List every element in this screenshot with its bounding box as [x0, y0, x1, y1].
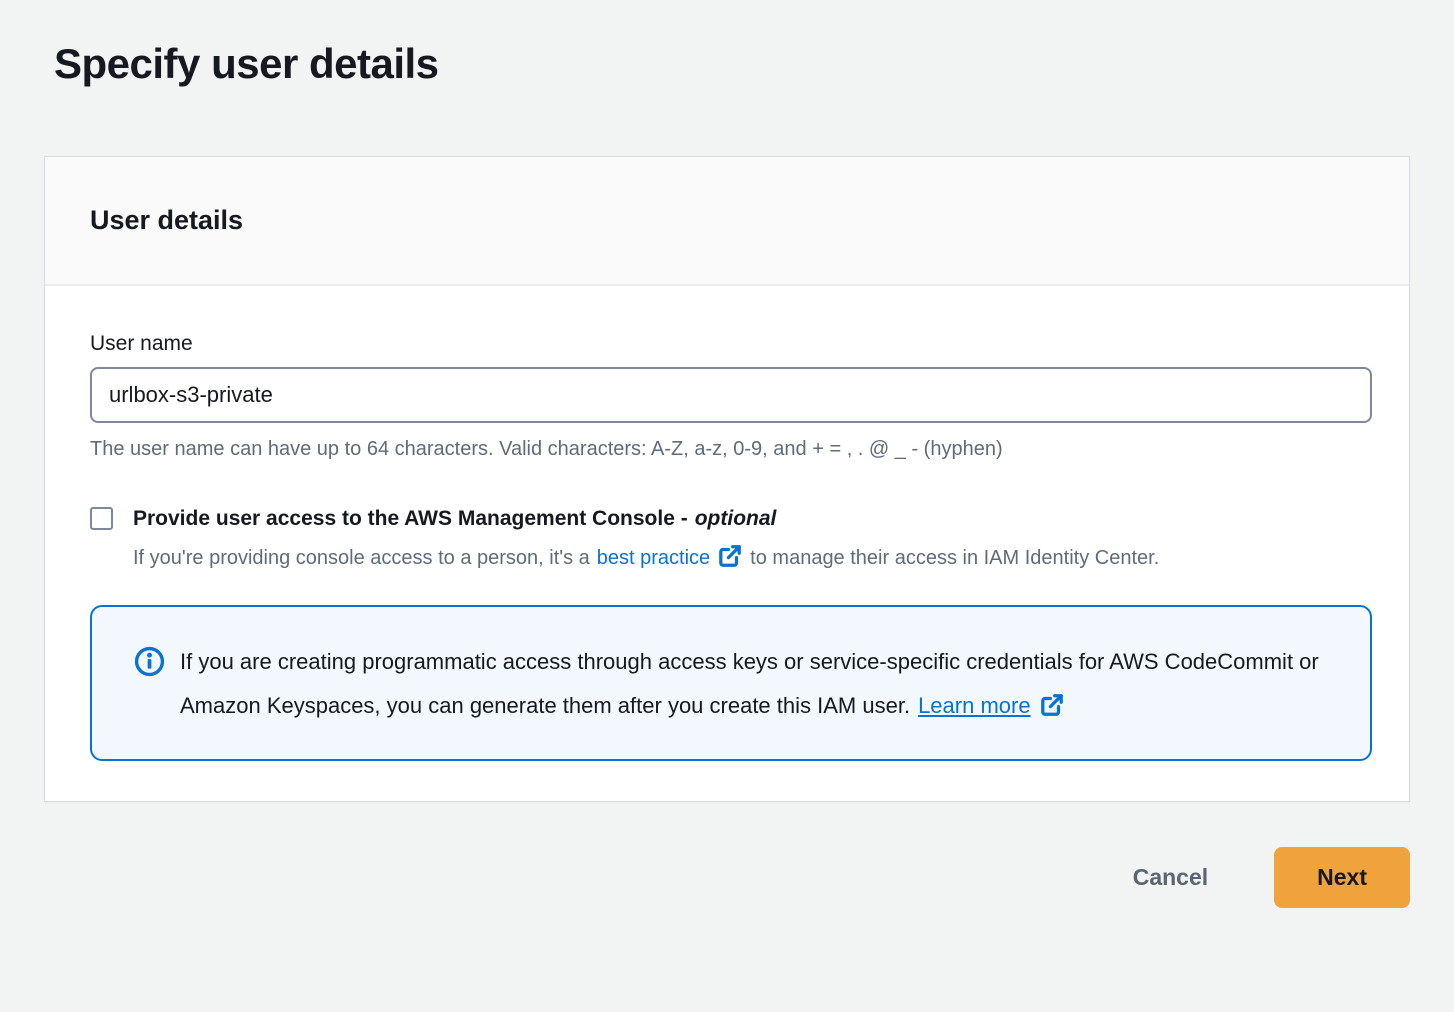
user-details-card: User details User name The user name can… [44, 156, 1410, 802]
console-access-description-suffix: to manage their access in IAM Identity C… [750, 547, 1159, 569]
info-alert-text: If you are creating programmatic access … [180, 640, 1330, 728]
console-access-label: Provide user access to the AWS Managemen… [133, 504, 1159, 533]
learn-more-link[interactable]: Learn more [918, 693, 1031, 718]
info-alert-message: If you are creating programmatic access … [180, 649, 1319, 718]
user-name-label: User name [90, 330, 1372, 358]
console-access-row: Provide user access to the AWS Managemen… [90, 504, 1372, 573]
optional-label: optional [695, 507, 777, 530]
card-title: User details [90, 205, 243, 236]
best-practice-link[interactable]: best practice [597, 547, 710, 569]
cancel-button[interactable]: Cancel [1129, 854, 1212, 901]
user-name-field: User name The user name can have up to 6… [90, 330, 1372, 462]
console-access-description-text: If you're providing console access to a … [133, 547, 590, 569]
wizard-footer: Cancel Next [44, 847, 1410, 908]
page-title: Specify user details [54, 36, 1410, 92]
card-header: User details [45, 157, 1409, 286]
user-name-hint: The user name can have up to 64 characte… [90, 436, 1372, 462]
user-name-input[interactable] [90, 367, 1372, 423]
console-access-checkbox[interactable] [90, 507, 113, 530]
console-access-description: If you're providing console access to a … [133, 543, 1159, 573]
external-link-icon [717, 543, 743, 569]
page: Specify user details User details User n… [0, 0, 1454, 938]
console-access-text: Provide user access to the AWS Managemen… [133, 504, 1159, 573]
console-access-label-text: Provide user access to the AWS Managemen… [133, 507, 688, 530]
card-body: User name The user name can have up to 6… [45, 286, 1409, 801]
next-button[interactable]: Next [1274, 847, 1410, 908]
info-alert: If you are creating programmatic access … [90, 605, 1372, 761]
external-link-icon [1039, 692, 1065, 718]
info-icon [134, 646, 165, 677]
